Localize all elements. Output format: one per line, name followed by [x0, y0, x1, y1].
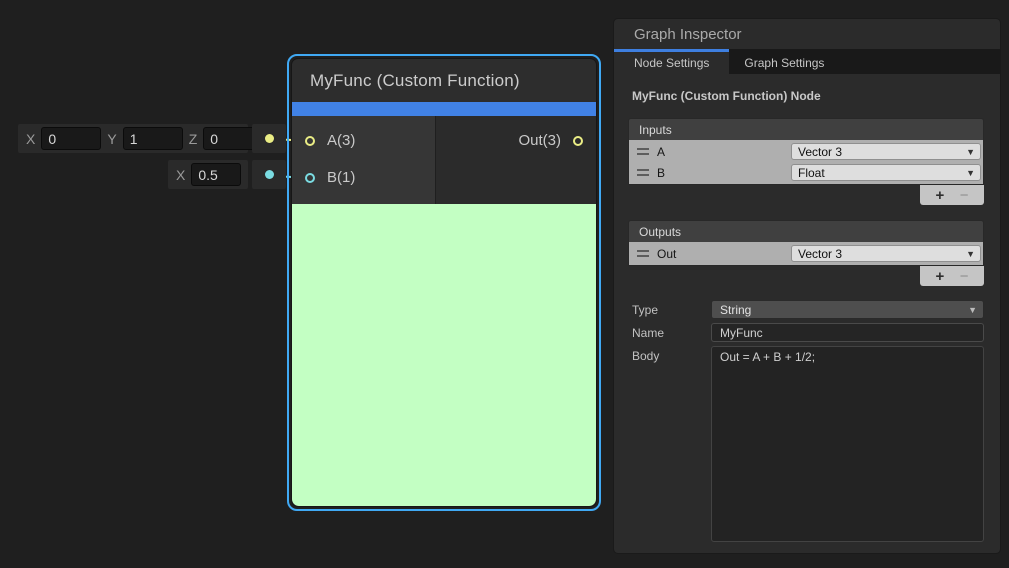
remove-input-button[interactable]: −	[960, 188, 969, 203]
graph-inspector-panel: Graph Inspector Node Settings Graph Sett…	[613, 18, 1001, 554]
input-a-type-dropdown[interactable]: Vector 3 ▼	[791, 143, 981, 160]
inputs-section: Inputs A Vector 3 ▼ B Float ▼ + −	[628, 118, 984, 205]
type-field-label: Type	[614, 300, 711, 319]
port-dot-icon	[265, 170, 274, 179]
dropdown-value: Vector 3	[798, 247, 842, 261]
function-body-textarea[interactable]: Out = A + B + 1/2;	[711, 346, 984, 542]
vector3-input-widget: X Y Z	[18, 124, 248, 153]
tab-node-settings[interactable]: Node Settings	[614, 49, 729, 74]
input-row-b[interactable]: B Float ▼	[629, 162, 983, 183]
port-b-label: B(1)	[327, 169, 355, 186]
float-value-field[interactable]	[191, 163, 241, 186]
y-axis-label: Y	[107, 131, 116, 147]
chevron-down-icon: ▼	[968, 305, 977, 315]
chevron-down-icon: ▼	[966, 168, 975, 178]
float-input-widget: X	[168, 160, 248, 189]
node-accent-bar	[292, 102, 596, 116]
inspector-title: Graph Inspector	[614, 19, 1000, 49]
inputs-list-footer: + −	[920, 185, 984, 205]
port-row-out[interactable]: Out(3)	[436, 122, 596, 159]
remove-output-button[interactable]: −	[960, 269, 969, 284]
input-row-a[interactable]: A Vector 3 ▼	[629, 141, 983, 162]
node-output-ports: Out(3)	[436, 116, 596, 204]
body-field-label: Body	[614, 346, 711, 542]
inspector-tab-strip: Node Settings Graph Settings	[614, 49, 1000, 74]
float-output-connector[interactable]	[252, 160, 286, 189]
inspector-node-header: MyFunc (Custom Function) Node	[632, 89, 1000, 103]
name-field-label: Name	[614, 323, 711, 342]
outputs-list-footer: + −	[920, 266, 984, 286]
tab-graph-settings[interactable]: Graph Settings	[729, 49, 839, 74]
function-fields: Type String ▼ Name Body Out = A + B + 1/…	[614, 300, 984, 542]
port-b-icon[interactable]	[305, 173, 315, 183]
z-axis-label: Z	[189, 131, 198, 147]
chevron-down-icon: ▼	[966, 249, 975, 259]
node-preview	[292, 204, 596, 506]
x-value-field[interactable]	[41, 127, 101, 150]
port-out-icon[interactable]	[573, 136, 583, 146]
dropdown-value: Float	[798, 166, 825, 180]
port-a-label: A(3)	[327, 132, 355, 149]
input-name: B	[657, 166, 791, 180]
node-input-ports: A(3) B(1)	[292, 116, 436, 204]
node-title: MyFunc (Custom Function)	[292, 59, 596, 102]
drag-handle-icon[interactable]	[637, 250, 649, 257]
outputs-section-header: Outputs	[628, 220, 984, 242]
port-a-icon[interactable]	[305, 136, 315, 146]
inputs-section-header: Inputs	[628, 118, 984, 140]
output-name: Out	[657, 247, 791, 261]
custom-function-node[interactable]: MyFunc (Custom Function) A(3) B(1) Out(3…	[291, 58, 597, 507]
type-dropdown[interactable]: String ▼	[711, 300, 984, 319]
add-input-button[interactable]: +	[935, 188, 944, 203]
port-out-label: Out(3)	[518, 132, 561, 149]
port-row-a[interactable]: A(3)	[292, 122, 435, 159]
dropdown-value: String	[720, 303, 751, 317]
x-axis-label: X	[26, 131, 35, 147]
drag-handle-icon[interactable]	[637, 148, 649, 155]
vector3-output-connector[interactable]	[252, 124, 286, 153]
output-row-out[interactable]: Out Vector 3 ▼	[629, 243, 983, 264]
drag-handle-icon[interactable]	[637, 169, 649, 176]
chevron-down-icon: ▼	[966, 147, 975, 157]
port-row-b[interactable]: B(1)	[292, 159, 435, 196]
output-type-dropdown[interactable]: Vector 3 ▼	[791, 245, 981, 262]
dropdown-value: Vector 3	[798, 145, 842, 159]
port-dot-icon	[265, 134, 274, 143]
x-axis-label: X	[176, 167, 185, 183]
input-b-type-dropdown[interactable]: Float ▼	[791, 164, 981, 181]
add-output-button[interactable]: +	[935, 269, 944, 284]
function-name-field[interactable]	[711, 323, 984, 342]
y-value-field[interactable]	[123, 127, 183, 150]
input-name: A	[657, 145, 791, 159]
outputs-section: Outputs Out Vector 3 ▼ + −	[628, 220, 984, 286]
